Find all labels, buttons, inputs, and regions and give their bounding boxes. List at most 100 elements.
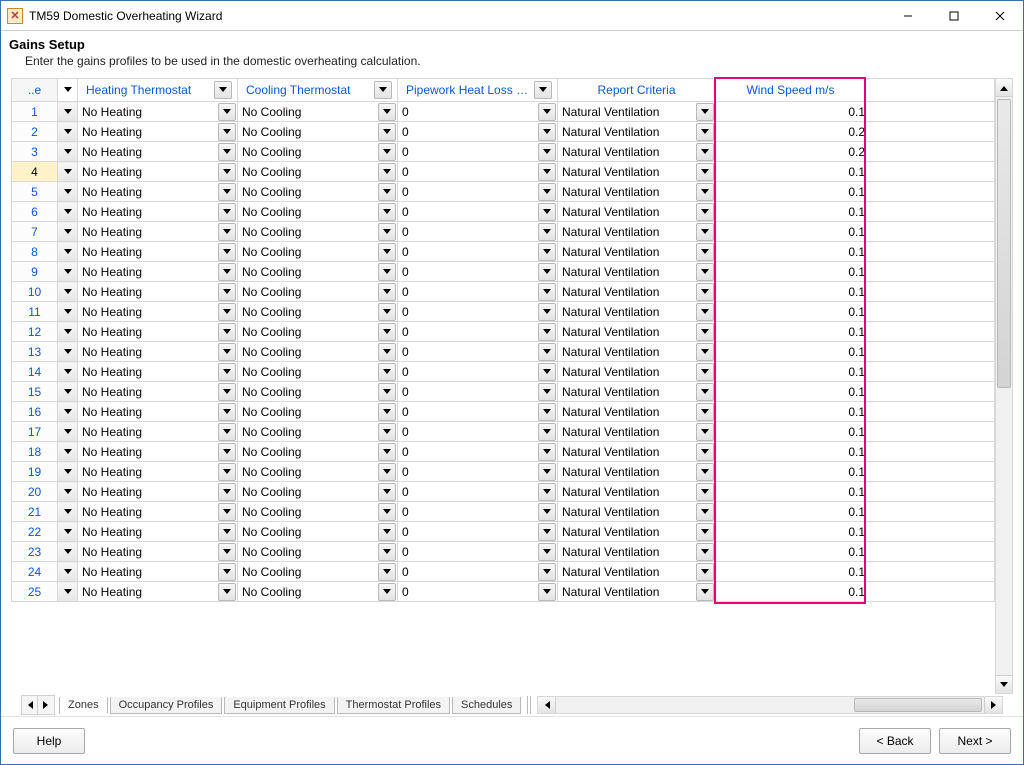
cell-heating[interactable]: No Heating: [78, 582, 238, 602]
col-header-heating[interactable]: Heating Thermostat: [78, 79, 238, 102]
row-number[interactable]: 3: [12, 142, 58, 162]
cell-cooling[interactable]: No Cooling: [238, 322, 398, 342]
cell-report[interactable]: Natural Ventilation: [558, 122, 716, 142]
cell-cooling[interactable]: No Cooling: [238, 462, 398, 482]
cell-report[interactable]: Natural Ventilation: [558, 362, 716, 382]
cell-wind[interactable]: 0.1: [716, 222, 866, 242]
row-number[interactable]: 11: [12, 302, 58, 322]
cell-pipework[interactable]: 0: [398, 502, 558, 522]
cell-wind[interactable]: 0.1: [716, 162, 866, 182]
cell-wind[interactable]: 0.1: [716, 102, 866, 122]
cell-cooling[interactable]: No Cooling: [238, 242, 398, 262]
cell-heating[interactable]: No Heating: [78, 262, 238, 282]
cell-pipework[interactable]: 0: [398, 162, 558, 182]
cell-wind[interactable]: 0.1: [716, 182, 866, 202]
cell-report[interactable]: Natural Ventilation: [558, 342, 716, 362]
col-header-pipework[interactable]: Pipework Heat Loss (W): [398, 79, 558, 102]
row-extra-dropdown[interactable]: [58, 102, 78, 122]
row-extra-dropdown[interactable]: [58, 422, 78, 442]
cell-wind[interactable]: 0.1: [716, 502, 866, 522]
row-extra-dropdown[interactable]: [58, 182, 78, 202]
cell-wind[interactable]: 0.1: [716, 342, 866, 362]
tab-scroll-right[interactable]: [38, 696, 54, 714]
cell-cooling[interactable]: No Cooling: [238, 282, 398, 302]
scroll-up-button[interactable]: [996, 79, 1012, 97]
row-number[interactable]: 13: [12, 342, 58, 362]
cell-heating[interactable]: No Heating: [78, 322, 238, 342]
cell-wind[interactable]: 0.1: [716, 242, 866, 262]
cell-heating[interactable]: No Heating: [78, 182, 238, 202]
cell-wind[interactable]: 0.1: [716, 262, 866, 282]
row-number[interactable]: 19: [12, 462, 58, 482]
cell-pipework[interactable]: 0: [398, 542, 558, 562]
cell-heating[interactable]: No Heating: [78, 502, 238, 522]
row-extra-dropdown[interactable]: [58, 302, 78, 322]
row-number[interactable]: 10: [12, 282, 58, 302]
horizontal-scrollbar[interactable]: [537, 696, 1003, 714]
cell-pipework[interactable]: 0: [398, 422, 558, 442]
row-number[interactable]: 24: [12, 562, 58, 582]
cell-report[interactable]: Natural Ventilation: [558, 562, 716, 582]
cell-report[interactable]: Natural Ventilation: [558, 202, 716, 222]
cell-cooling[interactable]: No Cooling: [238, 482, 398, 502]
cell-pipework[interactable]: 0: [398, 282, 558, 302]
cell-heating[interactable]: No Heating: [78, 522, 238, 542]
cell-report[interactable]: Natural Ventilation: [558, 162, 716, 182]
minimize-button[interactable]: [885, 1, 931, 31]
cell-wind[interactable]: 0.1: [716, 202, 866, 222]
cell-wind[interactable]: 0.1: [716, 462, 866, 482]
cell-pipework[interactable]: 0: [398, 322, 558, 342]
cell-cooling[interactable]: No Cooling: [238, 102, 398, 122]
row-extra-dropdown[interactable]: [58, 382, 78, 402]
cell-cooling[interactable]: No Cooling: [238, 442, 398, 462]
cell-pipework[interactable]: 0: [398, 382, 558, 402]
cell-report[interactable]: Natural Ventilation: [558, 242, 716, 262]
row-number[interactable]: 5: [12, 182, 58, 202]
row-number[interactable]: 17: [12, 422, 58, 442]
cell-heating[interactable]: No Heating: [78, 242, 238, 262]
row-number[interactable]: 6: [12, 202, 58, 222]
cell-wind[interactable]: 0.1: [716, 562, 866, 582]
cell-report[interactable]: Natural Ventilation: [558, 422, 716, 442]
cell-cooling[interactable]: No Cooling: [238, 362, 398, 382]
cell-wind[interactable]: 0.1: [716, 442, 866, 462]
cell-cooling[interactable]: No Cooling: [238, 122, 398, 142]
cell-report[interactable]: Natural Ventilation: [558, 502, 716, 522]
cell-heating[interactable]: No Heating: [78, 342, 238, 362]
cell-heating[interactable]: No Heating: [78, 102, 238, 122]
cell-heating[interactable]: No Heating: [78, 482, 238, 502]
row-extra-dropdown[interactable]: [58, 582, 78, 602]
cell-wind[interactable]: 0.1: [716, 282, 866, 302]
scroll-down-button[interactable]: [996, 675, 1012, 693]
cell-report[interactable]: Natural Ventilation: [558, 282, 716, 302]
cell-pipework[interactable]: 0: [398, 142, 558, 162]
cell-report[interactable]: Natural Ventilation: [558, 582, 716, 602]
cell-cooling[interactable]: No Cooling: [238, 342, 398, 362]
cell-cooling[interactable]: No Cooling: [238, 202, 398, 222]
row-number[interactable]: 21: [12, 502, 58, 522]
row-number[interactable]: 4: [12, 162, 58, 182]
cell-pipework[interactable]: 0: [398, 242, 558, 262]
cell-report[interactable]: Natural Ventilation: [558, 402, 716, 422]
row-extra-dropdown[interactable]: [58, 402, 78, 422]
cell-pipework[interactable]: 0: [398, 562, 558, 582]
row-number[interactable]: 12: [12, 322, 58, 342]
cell-heating[interactable]: No Heating: [78, 402, 238, 422]
cell-wind[interactable]: 0.1: [716, 302, 866, 322]
cell-cooling[interactable]: No Cooling: [238, 262, 398, 282]
cell-cooling[interactable]: No Cooling: [238, 182, 398, 202]
row-extra-dropdown[interactable]: [58, 142, 78, 162]
row-extra-dropdown[interactable]: [58, 162, 78, 182]
tab-occupancy-profiles[interactable]: Occupancy Profiles: [110, 697, 223, 714]
row-number[interactable]: 2: [12, 122, 58, 142]
cell-wind[interactable]: 0.1: [716, 482, 866, 502]
cell-heating[interactable]: No Heating: [78, 542, 238, 562]
cell-cooling[interactable]: No Cooling: [238, 222, 398, 242]
col-header-rownum[interactable]: ..e: [12, 79, 58, 102]
cell-pipework[interactable]: 0: [398, 442, 558, 462]
cell-cooling[interactable]: No Cooling: [238, 402, 398, 422]
cell-cooling[interactable]: No Cooling: [238, 582, 398, 602]
row-number[interactable]: 8: [12, 242, 58, 262]
vertical-scrollbar[interactable]: [995, 78, 1013, 694]
cell-heating[interactable]: No Heating: [78, 302, 238, 322]
